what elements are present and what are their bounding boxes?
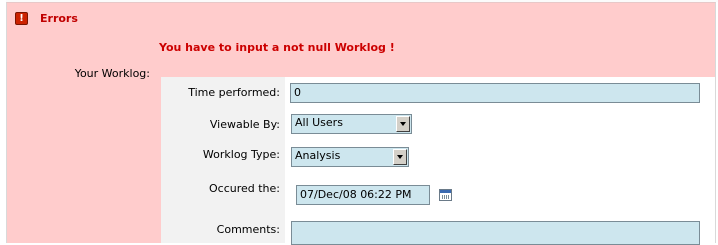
your-worklog-label: Your Worklog: (74, 67, 150, 80)
occured-the-label: Occured the: (208, 182, 280, 195)
chevron-down-icon[interactable] (396, 116, 410, 132)
calendar-icon[interactable] (439, 189, 452, 201)
error-message: You have to input a not null Worklog ! (159, 41, 395, 54)
comments-label: Comments: (216, 223, 280, 236)
occured-the-input[interactable]: 07/Dec/08 06:22 PM (296, 185, 430, 205)
worklog-type-label: Worklog Type: (202, 148, 280, 161)
worklog-type-selected: Analysis (295, 149, 341, 162)
viewable-by-select[interactable]: All Users (291, 114, 412, 134)
errors-panel: ! Errors You have to input a not null Wo… (6, 2, 716, 245)
time-performed-label: Time performed: (188, 86, 280, 99)
chevron-down-icon[interactable] (393, 149, 407, 165)
worklog-form: Time performed: 0 Viewable By: All Users… (161, 77, 715, 245)
error-icon: ! (15, 12, 28, 25)
worklog-type-select[interactable]: Analysis (291, 147, 409, 167)
worklog-screen: ! Errors You have to input a not null Wo… (0, 0, 718, 245)
viewable-by-label: Viewable By: (209, 118, 280, 131)
comments-textarea[interactable] (291, 221, 700, 245)
errors-title: Errors (40, 12, 78, 25)
viewable-by-selected: All Users (295, 116, 343, 129)
time-performed-input[interactable]: 0 (290, 83, 700, 103)
